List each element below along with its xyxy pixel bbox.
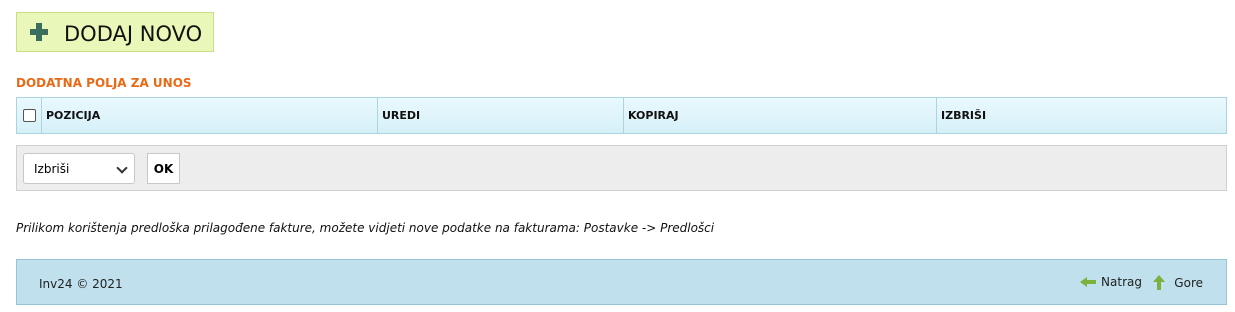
arrow-up-icon	[1153, 275, 1166, 290]
select-all-checkbox[interactable]	[22, 109, 36, 122]
bulk-action-select[interactable]: Izbriši	[23, 153, 135, 184]
chevron-down-icon	[116, 162, 128, 174]
arrow-left-icon	[1080, 277, 1097, 287]
column-header-pozicija[interactable]: POZICIJA	[42, 98, 378, 133]
back-link[interactable]: Natrag	[1080, 275, 1142, 289]
info-text: Prilikom korištenja predloška prilagođen…	[16, 221, 715, 235]
add-new-label: DODAJ NOVO	[64, 22, 203, 46]
add-new-button[interactable]: DODAJ NOVO	[16, 12, 214, 52]
bulk-action-selected: Izbriši	[34, 161, 70, 176]
column-header-kopiraj: KOPIRAJ	[624, 98, 937, 133]
up-link[interactable]: Gore	[1153, 275, 1203, 290]
column-header-uredi: UREDI	[378, 98, 624, 133]
up-label: Gore	[1174, 275, 1203, 290]
table-header: POZICIJA UREDI KOPIRAJ IZBRIŠI	[16, 97, 1227, 134]
select-all-cell	[17, 98, 42, 133]
section-title: DODATNA POLJA ZA UNOS	[16, 76, 192, 90]
plus-icon	[30, 23, 48, 41]
copyright-text: Inv24 © 2021	[39, 277, 123, 291]
ok-button[interactable]: OK	[147, 153, 180, 184]
footer: Inv24 © 2021 Natrag Gore	[16, 259, 1227, 305]
back-label: Natrag	[1101, 275, 1142, 289]
bulk-action-bar: Izbriši OK	[16, 145, 1227, 191]
column-header-izbrisi: IZBRIŠI	[941, 109, 987, 122]
